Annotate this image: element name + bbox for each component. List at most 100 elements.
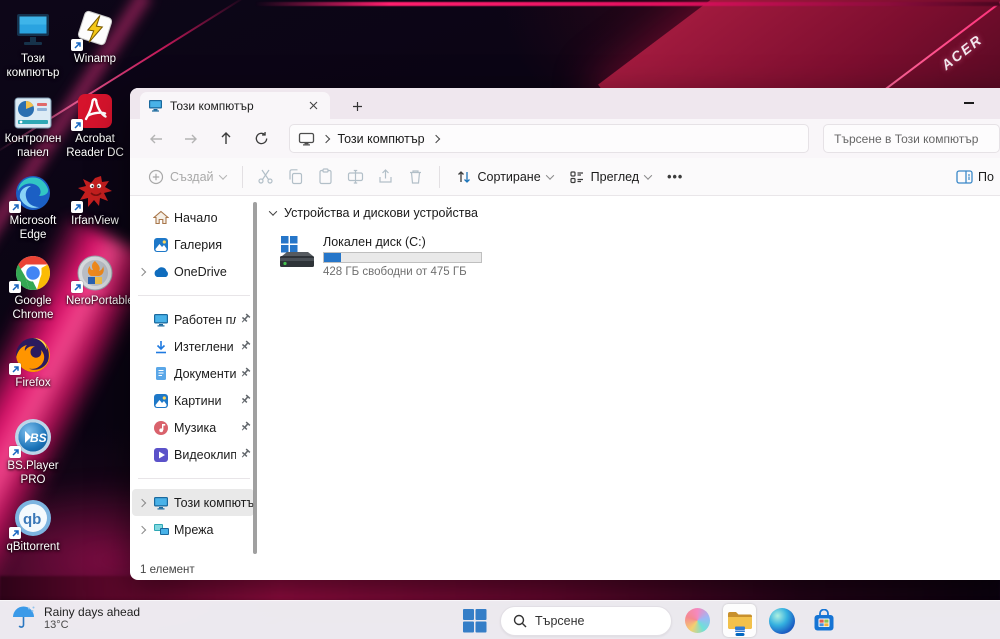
sidebar-item-this-pc[interactable]: Този компютър [132, 489, 254, 516]
sidebar-item-home[interactable]: Начало [132, 204, 254, 231]
tab-this-pc[interactable]: Този компютър [140, 92, 330, 119]
desktop-icon-label: Winamp [73, 53, 117, 65]
weather-temperature: 13°C [44, 618, 69, 631]
delete-button[interactable] [401, 162, 431, 192]
breadcrumb[interactable]: Този компютър [337, 132, 424, 146]
start-button[interactable] [458, 604, 491, 637]
back-button[interactable] [140, 125, 171, 153]
copilot-button[interactable] [681, 604, 714, 637]
sidebar-scrollbar[interactable] [253, 202, 257, 554]
shortcut-arrow-icon [9, 281, 21, 293]
rain-umbrella-icon [13, 606, 35, 628]
file-explorer-taskbar-button[interactable] [723, 604, 756, 637]
chrome-icon [4, 248, 62, 293]
group-header-label: Устройства и дискови устройства [284, 206, 478, 220]
forward-button[interactable] [175, 125, 206, 153]
shortcut-arrow-icon [71, 201, 83, 213]
desktop-screen: ACER Този компютър Winamp Контролен пане… [0, 0, 1000, 639]
drive-usage-fill [324, 253, 342, 262]
search-icon [513, 614, 527, 627]
explorer-search-box[interactable]: Търсене в Този компютър [823, 124, 1000, 153]
more-options-button[interactable]: ••• [659, 162, 691, 192]
new-tab-button[interactable] [348, 97, 366, 115]
sidebar-divider [138, 478, 250, 479]
tab-close-icon[interactable] [304, 97, 322, 115]
sort-button[interactable]: Сортиране [448, 162, 561, 192]
refresh-button[interactable] [246, 125, 277, 153]
taskbar-search-box[interactable]: Търсене [500, 605, 672, 636]
desktop-icon-label: BS.Player PRO [7, 460, 59, 486]
desktop-folder-icon [152, 311, 170, 329]
paste-button[interactable] [311, 162, 341, 192]
drive-item-c[interactable]: Локален диск (C:) 428 ГБ свободни от 475… [278, 234, 482, 278]
bsplayer-icon: BS [4, 413, 62, 458]
view-button[interactable]: Преглед [561, 162, 659, 192]
this-pc-icon [152, 494, 170, 512]
drive-usage-bar [323, 252, 482, 263]
desktop-icon-nero[interactable]: NeroPortable [66, 248, 134, 309]
view-button-label: Преглед [590, 169, 640, 184]
sort-button-label: Сортиране [477, 169, 541, 184]
acrobat-icon [66, 86, 124, 131]
desktop-icon-bsplayer[interactable]: BS BS.Player PRO [4, 413, 62, 487]
cut-button[interactable] [251, 162, 281, 192]
new-button[interactable]: Създай [140, 162, 234, 192]
sidebar-item-onedrive[interactable]: OneDrive [132, 258, 254, 285]
taskbar-search-label: Търсене [535, 613, 585, 628]
desktop-icon-this-pc[interactable]: Този компютър [4, 6, 62, 80]
toolbar-separator [438, 165, 440, 188]
sidebar-item-music[interactable]: Музика [132, 414, 254, 441]
item-count: 1 елемент [140, 564, 195, 576]
pin-icon [240, 366, 252, 381]
pin-icon [240, 393, 252, 408]
details-pane-button[interactable]: По [956, 170, 1000, 184]
shortcut-arrow-icon [9, 446, 21, 458]
copy-button[interactable] [281, 162, 311, 192]
network-icon [152, 521, 170, 539]
desktop-icon-qbittorrent[interactable]: qb qBittorrent [4, 494, 62, 555]
taskbar: Rainy days ahead 13°C Търсене [0, 600, 1000, 639]
sidebar-item-documents[interactable]: Документи [132, 360, 254, 387]
shortcut-arrow-icon [71, 39, 83, 51]
breadcrumb-chevron-icon [322, 134, 331, 143]
desktop-icon-control-panel[interactable]: Контролен панел [4, 86, 62, 160]
expand-chevron-icon[interactable] [137, 267, 147, 276]
group-header[interactable]: Устройства и дискови устройства [268, 206, 1000, 220]
store-taskbar-button[interactable] [807, 604, 840, 637]
weather-widget[interactable]: Rainy days ahead 13°C [10, 604, 140, 631]
pin-icon [240, 447, 252, 462]
rename-button[interactable] [341, 162, 371, 192]
address-bar[interactable]: Този компютър [289, 124, 810, 153]
edge-taskbar-button[interactable] [765, 604, 798, 637]
expand-chevron-icon[interactable] [137, 498, 147, 507]
desktop-icon-winamp[interactable]: Winamp [66, 6, 124, 67]
windows-logo-icon [463, 609, 487, 633]
desktop-icon-label: qBittorrent [6, 541, 60, 553]
minimize-button[interactable] [962, 96, 976, 110]
file-explorer-icon [727, 611, 752, 632]
desktop-icon-firefox[interactable]: Firefox [4, 330, 62, 391]
sidebar-item-downloads[interactable]: Изтеглени ф [132, 333, 254, 360]
status-bar: 1 елемент [130, 560, 1000, 580]
expand-chevron-icon[interactable] [137, 525, 147, 534]
sort-icon [457, 170, 470, 183]
sidebar-item-videos[interactable]: Видеоклипо [132, 441, 254, 468]
desktop-icon-chrome[interactable]: Google Chrome [4, 248, 62, 322]
desktop-icon-edge[interactable]: Microsoft Edge [4, 168, 62, 242]
sidebar-item-desktop[interactable]: Работен пло [132, 306, 254, 333]
details-pane-icon [956, 169, 973, 184]
toolbar-separator [241, 165, 243, 188]
up-button[interactable] [211, 125, 242, 153]
sidebar-item-pictures[interactable]: Картини [132, 387, 254, 414]
desktop-icon-acrobat[interactable]: Acrobat Reader DC [66, 86, 124, 160]
this-pc-tab-icon [149, 100, 162, 112]
collapse-chevron-icon[interactable] [268, 207, 278, 216]
desktop-icon-irfanview[interactable]: IrfanView [66, 168, 124, 229]
desktop-icon-label: Google Chrome [12, 295, 54, 321]
share-button[interactable] [371, 162, 401, 192]
breadcrumb-chevron-icon [431, 134, 440, 143]
sidebar-item-network[interactable]: Мрежа [132, 516, 254, 543]
sidebar-item-gallery[interactable]: Галерия [132, 231, 254, 258]
taskbar-center: Търсене [458, 604, 840, 637]
firefox-icon [4, 330, 62, 375]
